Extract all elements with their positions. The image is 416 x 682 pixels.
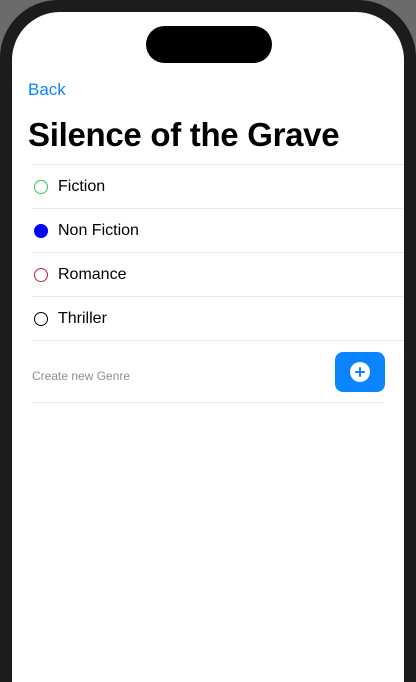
genre-label: Thriller — [58, 309, 107, 327]
add-genre-button[interactable] — [335, 352, 385, 392]
genre-row-fiction[interactable]: Fiction — [32, 165, 404, 209]
app-screen: Back Silence of the Grave Fiction Non Fi… — [12, 12, 404, 682]
genre-label: Non Fiction — [58, 221, 139, 239]
device-frame: Back Silence of the Grave Fiction Non Fi… — [0, 0, 416, 682]
back-button[interactable]: Back — [28, 80, 66, 100]
selection-circle-icon — [34, 223, 48, 238]
genre-row-thriller[interactable]: Thriller — [32, 297, 404, 341]
plus-circle-icon — [350, 362, 370, 382]
create-genre-row — [32, 352, 385, 403]
selection-circle-icon — [34, 267, 48, 282]
dynamic-island — [146, 26, 272, 63]
genre-list: Fiction Non Fiction Romance Thriller — [32, 164, 404, 341]
selection-circle-icon — [34, 179, 48, 194]
page-title: Silence of the Grave — [28, 116, 340, 153]
genre-row-romance[interactable]: Romance — [32, 253, 404, 297]
create-genre-input[interactable] — [32, 364, 312, 388]
genre-row-non-fiction[interactable]: Non Fiction — [32, 209, 404, 253]
selection-circle-icon — [34, 311, 48, 326]
genre-label: Fiction — [58, 177, 106, 195]
genre-label: Romance — [58, 265, 127, 283]
